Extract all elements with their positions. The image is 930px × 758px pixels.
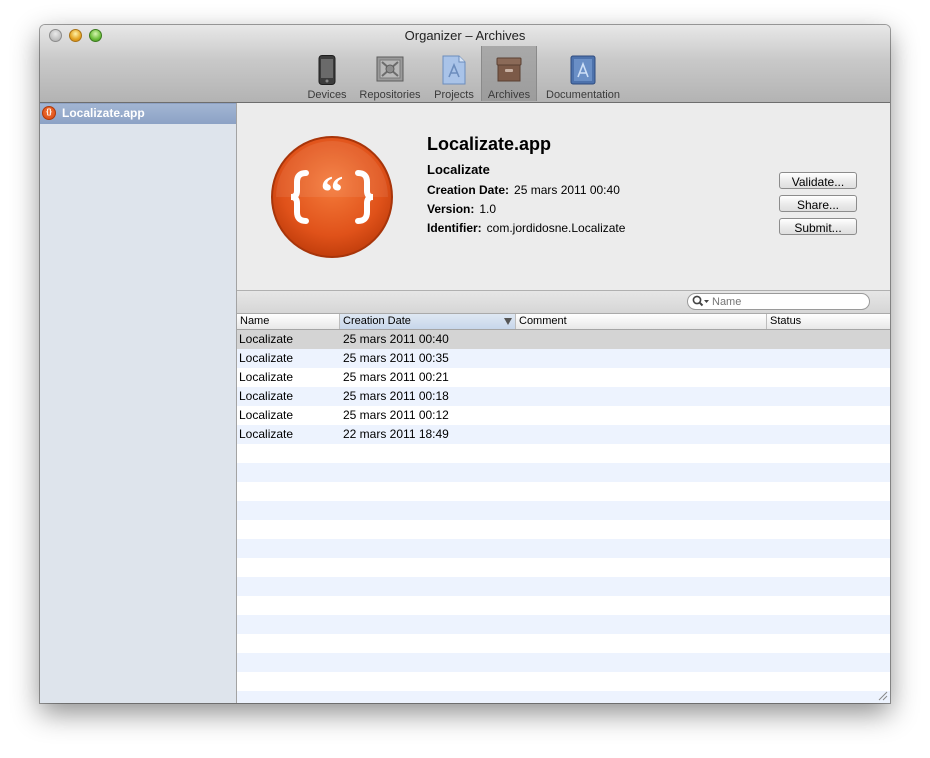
empty-row [237, 577, 890, 596]
cell-creation-date: 25 mars 2011 00:21 [343, 370, 449, 384]
toolbar-documentation-button[interactable]: Documentation [540, 53, 626, 101]
cell-name: Localizate [239, 351, 294, 365]
table-row[interactable]: Localizate 25 mars 2011 00:40 [237, 330, 890, 349]
cell-name: Localizate [239, 370, 294, 384]
archives-sidebar: {} Localizate.app [40, 103, 237, 703]
app-small-icon: {} [42, 106, 56, 120]
archive-detail-panel: “ Localizate.app Localizate Creation Dat… [237, 103, 890, 291]
creation-date-label: Creation Date: [427, 183, 510, 197]
toolbar-archives-button[interactable]: Archives [481, 46, 537, 101]
search-icon [692, 295, 709, 307]
empty-row [237, 558, 890, 577]
version-value: 1.0 [479, 202, 497, 216]
toolbar-label: Repositories [359, 89, 421, 101]
table-row[interactable]: Localizate 22 mars 2011 18:49 [237, 425, 890, 444]
iphone-icon [318, 55, 336, 85]
search-input[interactable] [712, 295, 862, 308]
archives-table: Name Creation Date Comment Status Locali… [237, 314, 890, 703]
toolbar-label: Archives [487, 89, 531, 101]
cell-creation-date: 25 mars 2011 00:40 [343, 332, 449, 346]
share-button[interactable]: Share... [779, 195, 857, 212]
empty-row [237, 463, 890, 482]
window-title: Organizer – Archives [404, 28, 526, 43]
sidebar-item-localizate-app[interactable]: {} Localizate.app [40, 103, 236, 124]
column-header-creation-date[interactable]: Creation Date [340, 314, 516, 329]
cell-creation-date: 25 mars 2011 00:18 [343, 389, 449, 403]
version-label: Version: [427, 202, 475, 216]
toolbar-repositories-button[interactable]: Repositories [355, 53, 425, 101]
empty-row [237, 634, 890, 653]
column-header-status[interactable]: Status [767, 314, 890, 329]
sidebar-item-label: Localizate.app [62, 106, 145, 120]
table-row[interactable]: Localizate 25 mars 2011 00:18 [237, 387, 890, 406]
empty-row [237, 501, 890, 520]
table-row[interactable]: Localizate 25 mars 2011 00:21 [237, 368, 890, 387]
column-header-comment[interactable]: Comment [516, 314, 767, 329]
empty-row [237, 672, 890, 691]
svg-text:“: “ [321, 166, 344, 217]
archive-box-icon [496, 57, 522, 82]
cell-name: Localizate [239, 408, 294, 422]
table-row[interactable]: Localizate 25 mars 2011 00:35 [237, 349, 890, 368]
empty-row [237, 691, 890, 703]
empty-row [237, 596, 890, 615]
creation-date-row: Creation Date: 25 mars 2011 00:40 [427, 183, 620, 197]
cell-creation-date: 25 mars 2011 00:35 [343, 351, 449, 365]
submit-button[interactable]: Submit... [779, 218, 857, 235]
identifier-row: Identifier: com.jordidosne.Localizate [427, 221, 625, 235]
search-field[interactable] [687, 293, 870, 310]
cell-name: Localizate [239, 332, 294, 346]
validate-button[interactable]: Validate... [779, 172, 857, 189]
cell-creation-date: 22 mars 2011 18:49 [343, 427, 449, 441]
toolbar-label: Devices [307, 89, 347, 101]
filter-bar [237, 291, 890, 314]
column-header-label: Creation Date [343, 315, 411, 327]
empty-row [237, 653, 890, 672]
toolbar-projects-button[interactable]: Projects [430, 53, 478, 101]
resize-grip-icon[interactable] [877, 690, 888, 701]
table-row[interactable]: Localizate 25 mars 2011 00:12 [237, 406, 890, 425]
identifier-label: Identifier: [427, 221, 482, 235]
table-header: Name Creation Date Comment Status [237, 314, 890, 330]
empty-row [237, 615, 890, 634]
app-subtitle: Localizate [427, 162, 490, 177]
identifier-value: com.jordidosne.Localizate [486, 221, 626, 235]
documentation-icon [570, 55, 596, 85]
app-icon: “ [271, 136, 393, 258]
app-name: Localizate.app [427, 134, 552, 154]
creation-date-value: 25 mars 2011 00:40 [514, 183, 620, 197]
table-body: Localizate 25 mars 2011 00:40 Localizate… [237, 330, 890, 703]
repository-icon [376, 56, 404, 82]
empty-row [237, 539, 890, 558]
toolbar-label: Projects [434, 89, 474, 101]
column-header-name[interactable]: Name [237, 314, 340, 329]
cell-name: Localizate [239, 427, 294, 441]
project-icon [442, 55, 466, 85]
empty-row [237, 520, 890, 539]
cell-name: Localizate [239, 389, 294, 403]
toolbar-label: Documentation [546, 89, 620, 101]
sort-descending-icon [504, 318, 512, 325]
version-row: Version: 1.0 [427, 202, 496, 216]
title-bar: Organizer – Archives Devices Repositorie… [40, 25, 890, 103]
toolbar-devices-button[interactable]: Devices [304, 53, 350, 101]
empty-row [237, 482, 890, 501]
empty-row [237, 444, 890, 463]
organizer-window: Organizer – Archives Devices Repositorie… [40, 25, 890, 703]
cell-creation-date: 25 mars 2011 00:12 [343, 408, 449, 422]
